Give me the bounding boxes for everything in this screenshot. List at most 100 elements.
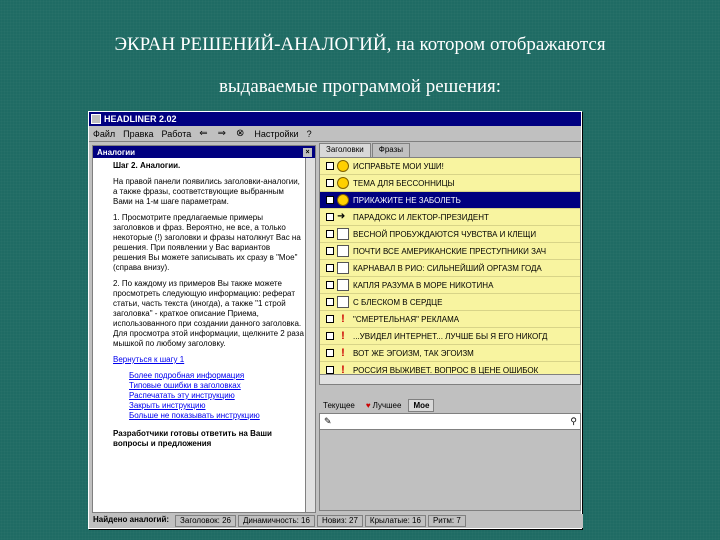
blank-icon [337,245,349,257]
row-checkbox[interactable] [326,213,334,221]
headline-text: ПРИКАЖИТЕ НЕ ЗАБОЛЕТЬ [353,195,461,205]
headline-text: ТЕМА ДЛЯ БЕССОННИЦЫ [353,178,455,188]
help-paragraph: 1. Просмотрите предлагаемые примеры заго… [113,213,301,272]
help-footer: Разработчики готовы ответить на Ваши воп… [113,429,272,448]
exclaim-icon: ! [341,347,345,359]
smile-icon [337,160,349,172]
app-window: HEADLINER 2.02 Файл Правка Работа ⇐ ⇒ ⊗ … [88,111,583,529]
headline-row[interactable]: С БЛЕСКОМ В СЕРДЦЕ [320,294,580,311]
headline-row[interactable]: КАПЛЯ РАЗУМА В МОРЕ НИКОТИНА [320,277,580,294]
headline-row[interactable]: ПОЧТИ ВСЕ АМЕРИКАНСКИЕ ПРЕСТУПНИКИ ЗАЧ [320,243,580,260]
tab-best-label: Лучшее [372,400,402,410]
row-checkbox[interactable] [326,298,334,306]
headlines-panel: Заголовки Фразы ИСПРАВЬТЕ МОИ УШИ! ТЕМА Д… [319,143,581,387]
row-checkbox[interactable] [326,332,334,340]
tab-mine[interactable]: Мое [408,398,435,412]
headline-row[interactable]: ! ...УВИДЕЛ ИНТЕРНЕТ... ЛУЧШЕ БЫ Я ЕГО НИ… [320,328,580,345]
headline-list: ИСПРАВЬТЕ МОИ УШИ! ТЕМА ДЛЯ БЕССОННИЦЫ ПРИ… [319,157,581,385]
stop-icon[interactable]: ⊗ [236,128,244,139]
headline-row[interactable]: ИСПРАВЬТЕ МОИ УШИ! [320,158,580,175]
menu-help[interactable]: ? [307,129,312,139]
app-icon [91,114,101,124]
forward-arrow-icon[interactable]: ⇒ [218,128,226,139]
headline-row[interactable]: ! "СМЕРТЕЛЬНАЯ" РЕКЛАМА [320,311,580,328]
help-scrollbar[interactable] [305,158,315,512]
help-paragraph: 2. По каждому из примеров Вы также может… [113,279,304,348]
print-instruction-link[interactable]: Распечатать эту инструкцию [129,391,305,401]
row-checkbox[interactable] [326,281,334,289]
row-checkbox[interactable] [326,349,334,357]
close-icon[interactable]: × [303,147,312,157]
headline-row[interactable]: ТЕМА ДЛЯ БЕССОННИЦЫ [320,175,580,192]
row-checkbox[interactable] [326,179,334,187]
statusbar: Найдено аналогий: Заголовок: 26 Динамичн… [89,514,583,528]
headline-text: ПАРАДОКС И ЛЕКТОР-ПРЕЗИДЕНТ [353,212,489,222]
exclaim-icon: ! [341,330,345,342]
mine-input[interactable]: ✎ ⚲ [320,414,580,430]
close-instruction-link[interactable]: Закрыть инструкцию [129,401,305,411]
arrow-icon: ➜ [337,211,346,222]
help-panel-header: Аналогии × [93,146,315,158]
menubar: Файл Правка Работа ⇐ ⇒ ⊗ Настройки ? [89,126,581,142]
tab-current-label: Текущее [323,400,355,410]
headline-row[interactable]: ПРИКАЖИТЕ НЕ ЗАБОЛЕТЬ [320,192,580,209]
row-checkbox[interactable] [326,315,334,323]
status-dynamics: Динамичность: 16 [238,515,315,527]
menu-settings[interactable]: Настройки [254,129,298,139]
typical-errors-link[interactable]: Типовые ошибки в заголовках [129,381,305,391]
bottom-tabs: Текущее ♥ Лучшее Мое [319,397,581,413]
help-panel-title: Аналогии [97,147,136,157]
help-paragraph: На правой панели появились заголовки-ана… [113,177,300,206]
row-checkbox[interactable] [326,162,334,170]
status-headlines: Заголовок: 26 [175,515,237,527]
row-checkbox[interactable] [326,230,334,238]
tab-best[interactable]: ♥ Лучшее [362,400,406,411]
status-found-label: Найдено аналогий: [93,515,170,524]
tab-headlines[interactable]: Заголовки [319,143,371,157]
headline-text: ВОТ ЖЕ ЭГОИЗМ, ТАК ЭГОИЗМ [353,348,474,358]
blank-icon [337,228,349,240]
heart-icon: ♥ [365,400,371,410]
back-to-step1-link[interactable]: Вернуться к шагу 1 [113,355,184,364]
status-novelty: Новиз: 27 [316,515,363,527]
headline-text: ...УВИДЕЛ ИНТЕРНЕТ... ЛУЧШЕ БЫ Я ЕГО НИК… [353,331,548,341]
headline-text: "СМЕРТЕЛЬНАЯ" РЕКЛАМА [353,314,460,324]
mine-pane: ✎ ⚲ [319,413,581,511]
help-panel-body: Шаг 2. Аналогии. На правой панели появил… [93,158,315,449]
menu-file[interactable]: Файл [93,129,115,139]
row-checkbox[interactable] [326,196,334,204]
more-info-link[interactable]: Более подробная информация [129,371,305,381]
blank-icon [337,279,349,291]
blank-icon [337,262,349,274]
slide-title-line1: ЭКРАН РЕШЕНИЙ-АНАЛОГИЙ, на котором отобр… [114,34,606,55]
tab-phrases[interactable]: Фразы [371,143,411,157]
tab-current[interactable]: Текущее [319,400,359,411]
headline-row[interactable]: ➜ ПАРАДОКС И ЛЕКТОР-ПРЕЗИДЕНТ [320,209,580,226]
back-arrow-icon[interactable]: ⇐ [199,128,207,139]
headline-row[interactable]: КАРНАВАЛ В РИО: СИЛЬНЕЙШИЙ ОРГАЗМ ГОДА [320,260,580,277]
status-rhythm: Ритм: 7 [427,515,466,527]
pencil-icon: ✎ [324,416,332,426]
window-titlebar: HEADLINER 2.02 [89,112,581,126]
smile-icon [337,177,349,189]
help-panel: Аналогии × Шаг 2. Аналогии. На правой па… [92,145,316,513]
row-checkbox[interactable] [326,264,334,272]
headline-row[interactable]: ! ВОТ ЖЕ ЭГОИЗМ, ТАК ЭГОИЗМ [320,345,580,362]
row-checkbox[interactable] [326,366,334,374]
headline-row[interactable]: ВЕСНОЙ ПРОБУЖДАЮТСЯ ЧУВСТВА И КЛЕЩИ [320,226,580,243]
status-wings: Крылатые: 16 [364,515,426,527]
headline-text: ПОЧТИ ВСЕ АМЕРИКАНСКИЕ ПРЕСТУПНИКИ ЗАЧ [353,246,547,256]
smile-icon [337,194,349,206]
menu-edit[interactable]: Правка [123,129,153,139]
step-heading: Шаг 2. Аналогии. [113,161,181,170]
help-links: Более подробная информация Типовые ошибк… [129,371,305,421]
headline-text: С БЛЕСКОМ В СЕРДЦЕ [353,297,443,307]
menu-work[interactable]: Работа [162,129,192,139]
dont-show-link[interactable]: Больше не показывать инструкцию [129,411,305,421]
headline-text: КАПЛЯ РАЗУМА В МОРЕ НИКОТИНА [353,280,494,290]
headline-text: КАРНАВАЛ В РИО: СИЛЬНЕЙШИЙ ОРГАЗМ ГОДА [353,263,542,273]
headline-tabs: Заголовки Фразы [319,143,581,157]
tab-mine-label: Мое [413,400,430,410]
row-checkbox[interactable] [326,247,334,255]
headline-hscrollbar[interactable] [320,374,580,384]
